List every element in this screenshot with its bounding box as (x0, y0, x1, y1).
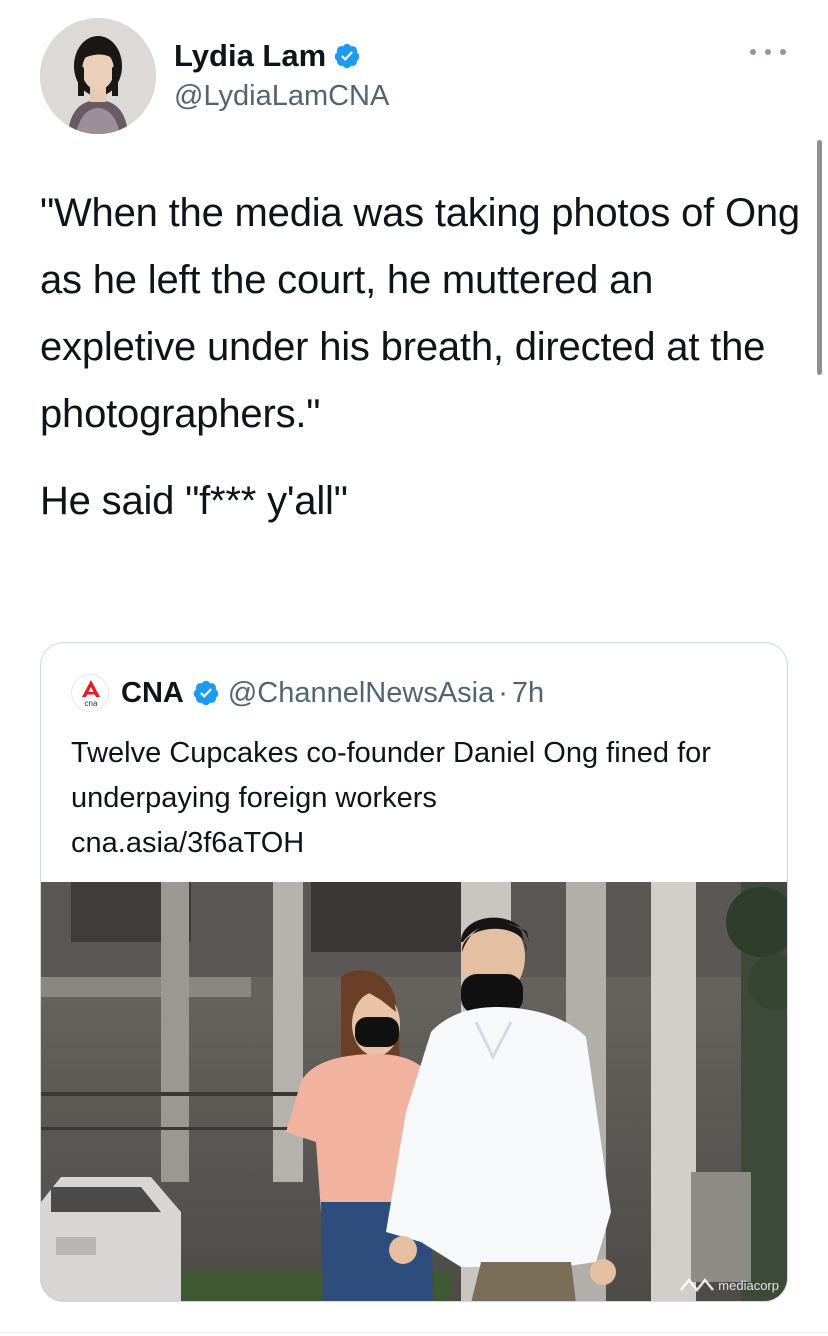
quoted-headline: Twelve Cupcakes co-founder Daniel Ong fi… (71, 737, 711, 814)
tweet-paragraph: He said "f*** y'all" (40, 479, 348, 523)
quoted-link[interactable]: cna.asia/3f6aTOH (71, 821, 761, 866)
cna-logo-icon[interactable]: cna (71, 674, 109, 712)
author-display-name[interactable]: Lydia Lam (174, 38, 326, 74)
quoted-tweet-text: Twelve Cupcakes co-founder Daniel Ong fi… (71, 731, 761, 866)
author-handle[interactable]: @LydiaLamCNA (174, 80, 389, 113)
quoted-handle[interactable]: @ChannelNewsAsia (228, 677, 494, 710)
user-avatar-icon (40, 18, 156, 134)
author-names: Lydia Lam @LydiaLamCNA (174, 36, 389, 113)
tweet-paragraph: "When the media was taking photos of Ong… (40, 191, 800, 436)
more-options-icon[interactable] (750, 44, 786, 60)
more-dot (765, 49, 771, 55)
more-dot (750, 49, 756, 55)
verified-badge-icon (193, 680, 219, 706)
cna-mark-icon: cna (82, 680, 100, 708)
dot-separator: · (498, 676, 508, 709)
tweet-header: Lydia Lam @LydiaLamCNA (40, 18, 788, 134)
photo-watermark: mediacorp (718, 1278, 779, 1293)
more-dot (780, 49, 786, 55)
author-display-name-row[interactable]: Lydia Lam (174, 36, 389, 76)
quoted-tweet-header: cna CNA @ChannelNewsAsia · 7h (71, 673, 544, 713)
tweet-body: "When the media was taking photos of Ong… (40, 180, 800, 535)
news-photo: mediacorp (41, 882, 787, 1301)
scrollbar[interactable] (817, 140, 822, 375)
quoted-tweet-image[interactable]: mediacorp (41, 882, 787, 1301)
author-avatar[interactable] (40, 18, 156, 134)
verified-badge-icon (334, 43, 360, 69)
quoted-tweet-card[interactable]: cna CNA @ChannelNewsAsia · 7h Twelve Cup… (40, 642, 788, 1302)
divider (0, 1332, 828, 1333)
quoted-display-name[interactable]: CNA (121, 677, 184, 710)
cna-logo-text: cna (85, 699, 98, 708)
quoted-timestamp[interactable]: 7h (512, 677, 544, 710)
